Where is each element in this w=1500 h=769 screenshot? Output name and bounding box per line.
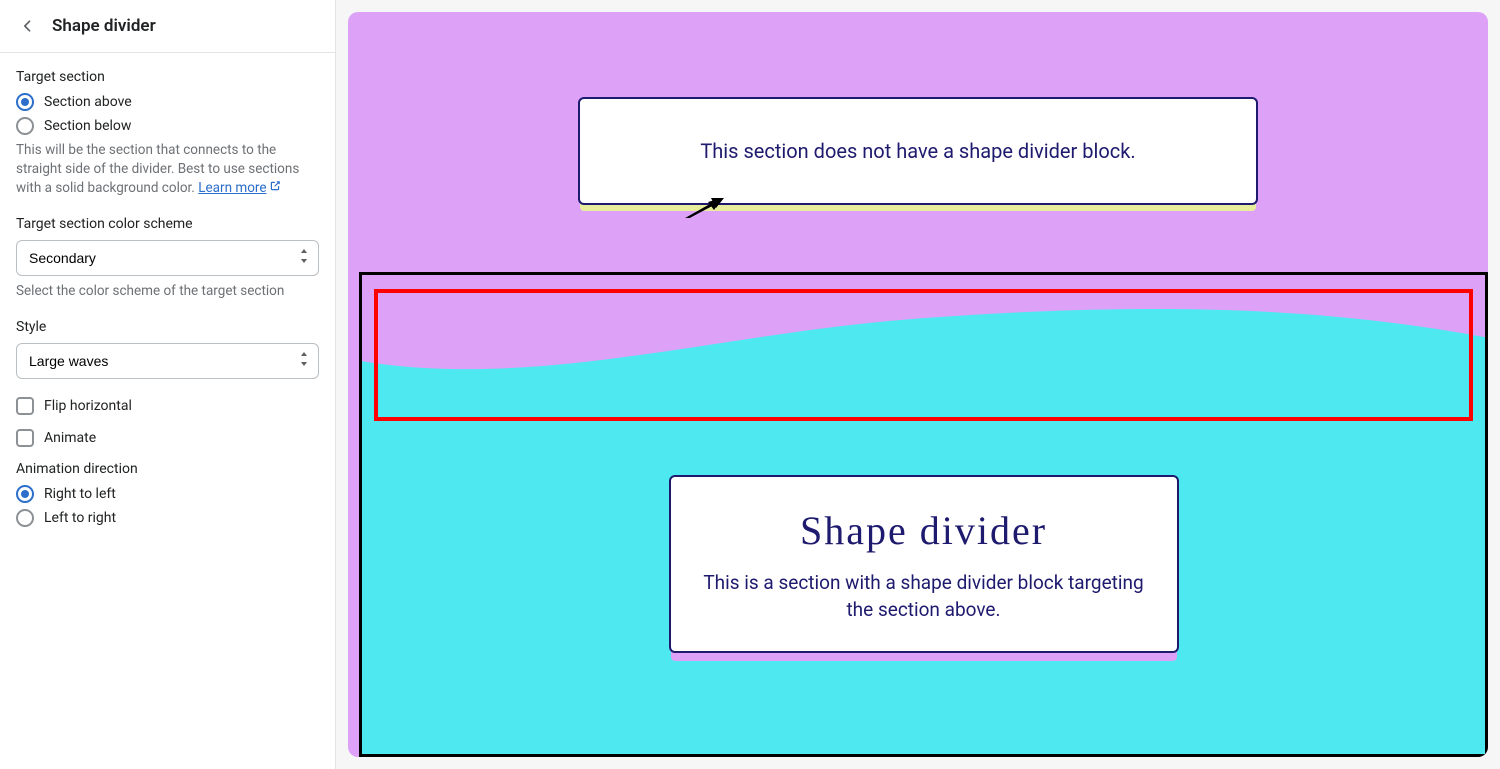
learn-more-link[interactable]: Learn more <box>198 180 280 196</box>
checkbox-label: Animate <box>44 430 96 446</box>
target-section-group: Target section Section above Section bel… <box>16 69 319 198</box>
section-below-title: Shape divider <box>701 507 1147 554</box>
color-scheme-help: Select the color scheme of the target se… <box>16 282 319 301</box>
style-select-wrap: Large waves <box>16 343 319 379</box>
radio-icon <box>16 117 34 135</box>
flip-horizontal-checkbox[interactable]: Flip horizontal <box>16 397 319 415</box>
color-scheme-select[interactable]: Secondary <box>16 240 319 276</box>
radio-label: Section below <box>44 118 131 134</box>
back-button[interactable] <box>16 14 40 38</box>
style-group: Style Large waves <box>16 319 319 379</box>
style-label: Style <box>16 319 319 335</box>
radio-section-below[interactable]: Section below <box>16 117 319 135</box>
radio-label: Left to right <box>44 510 116 526</box>
radio-label: Section above <box>44 94 132 110</box>
settings-sidebar: Shape divider Target section Section abo… <box>0 0 336 769</box>
style-select[interactable]: Large waves <box>16 343 319 379</box>
highlight-box <box>374 289 1473 421</box>
selected-section-outline[interactable]: Shape divider This is a section with a s… <box>359 272 1488 757</box>
preview-area: This section does not have a shape divid… <box>336 0 1500 769</box>
section-below-text: This is a section with a shape divider b… <box>701 570 1147 623</box>
color-scheme-label: Target section color scheme <box>16 216 319 232</box>
section-above-text: This section does not have a shape divid… <box>610 139 1226 163</box>
animation-direction-label: Animation direction <box>16 461 319 477</box>
checkbox-label: Flip horizontal <box>44 398 132 414</box>
color-scheme-select-wrap: Secondary <box>16 240 319 276</box>
target-section-help: This will be the section that connects t… <box>16 141 319 198</box>
radio-section-above[interactable]: Section above <box>16 93 319 111</box>
preview-section-below-card-wrap: Shape divider This is a section with a s… <box>669 475 1179 653</box>
radio-left-to-right[interactable]: Left to right <box>16 509 319 527</box>
external-link-icon <box>269 179 281 198</box>
radio-icon <box>16 509 34 527</box>
checkbox-icon <box>16 429 34 447</box>
radio-label: Right to left <box>44 486 116 502</box>
preview-section-above-card: This section does not have a shape divid… <box>578 97 1258 205</box>
preview-canvas[interactable]: This section does not have a shape divid… <box>348 12 1488 757</box>
target-section-label: Target section <box>16 69 319 85</box>
panel-title: Shape divider <box>52 16 156 36</box>
checkbox-icon <box>16 397 34 415</box>
animation-direction-group: Animation direction Right to left Left t… <box>16 461 319 527</box>
animate-checkbox[interactable]: Animate <box>16 429 319 447</box>
radio-icon <box>16 93 34 111</box>
learn-more-text: Learn more <box>198 180 266 196</box>
sidebar-body: Target section Section above Section bel… <box>0 53 335 561</box>
radio-right-to-left[interactable]: Right to left <box>16 485 319 503</box>
sidebar-header: Shape divider <box>0 0 335 53</box>
preview-section-below-card: Shape divider This is a section with a s… <box>669 475 1179 653</box>
radio-icon <box>16 485 34 503</box>
chevron-left-icon <box>20 18 36 34</box>
color-scheme-group: Target section color scheme Secondary Se… <box>16 216 319 301</box>
